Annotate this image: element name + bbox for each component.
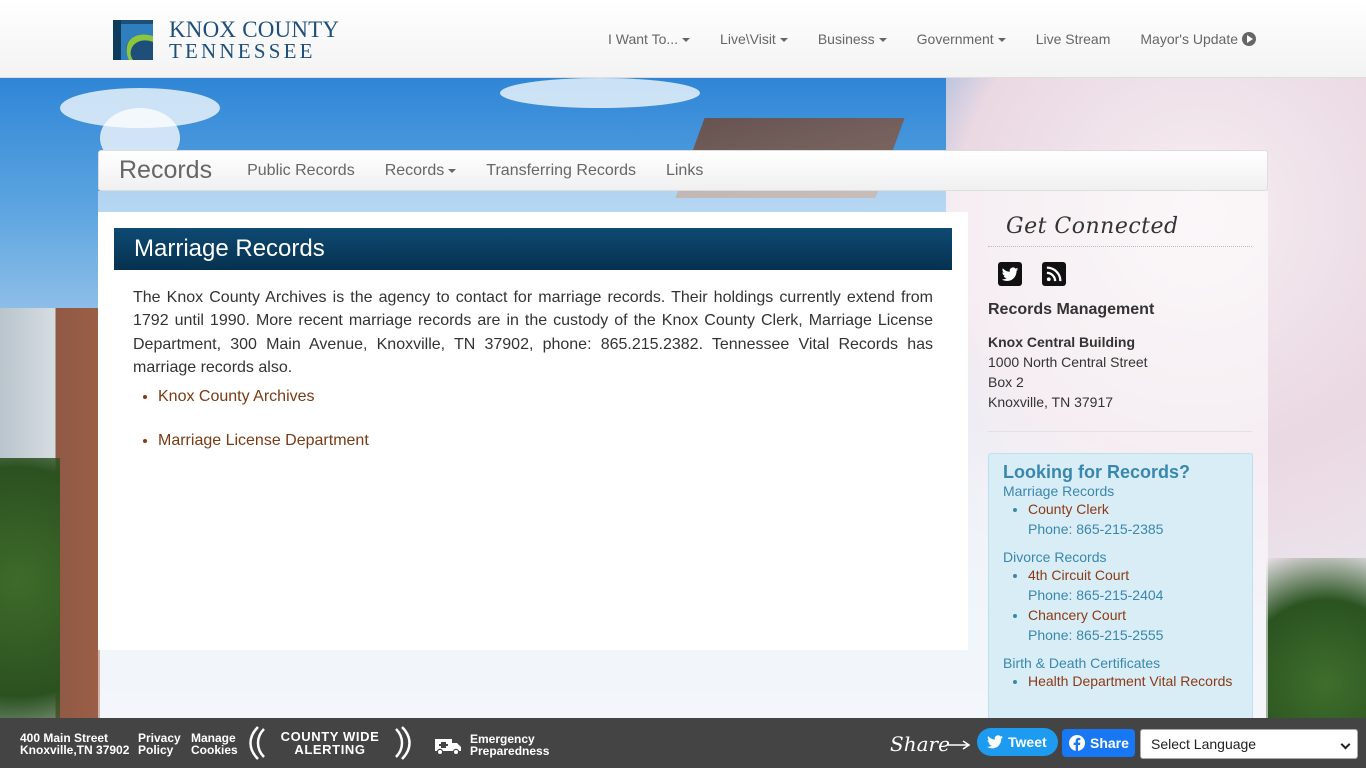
language-select[interactable]: Select Language — [1140, 729, 1358, 759]
intro-paragraph: The Knox County Archives is the agency t… — [133, 289, 933, 376]
chevron-down-icon — [1340, 739, 1351, 750]
divorce-records-list: 4th Circuit Court Phone: 865-215-2404 Ch… — [1028, 565, 1238, 645]
footer-address: 400 Main Street Knoxville,TN 37902 — [20, 732, 129, 756]
county-wide-alerting-button[interactable]: COUNTY WIDE ALERTING — [248, 725, 412, 761]
list-item: 4th Circuit Court Phone: 865-215-2404 — [1028, 565, 1238, 605]
link-4th-circuit-court[interactable]: 4th Circuit Court — [1028, 567, 1129, 583]
nav-i-want-to[interactable]: I Want To... — [608, 31, 691, 47]
tweet-button[interactable]: Tweet — [977, 728, 1058, 756]
records-management-title: Records Management — [988, 301, 1155, 318]
facebook-share-label: Share — [1090, 735, 1129, 751]
nav-label: Business — [817, 31, 875, 47]
records-links-list: Knox County Archives Marriage License De… — [158, 388, 369, 476]
link-chancery-court[interactable]: Chancery Court — [1028, 607, 1126, 623]
subnav-public-records[interactable]: Public Records — [247, 162, 355, 180]
knox-county-logo-icon — [113, 20, 153, 60]
city-state-zip: Knoxville, TN 37917 — [988, 394, 1114, 410]
link-knox-county-archives[interactable]: Knox County Archives — [158, 388, 315, 405]
street-address: 1000 North Central Street — [988, 354, 1148, 370]
main-content: Marriage Records The Knox County Archive… — [98, 212, 968, 650]
subnav-records[interactable]: Records — [385, 162, 457, 180]
manage-cookies-link[interactable]: Manage Cookies — [191, 732, 238, 756]
nav-business[interactable]: Business — [818, 31, 887, 47]
ambulance-icon[interactable] — [435, 737, 461, 756]
nav-label: I Want To... — [608, 31, 679, 47]
logo-line-1: KNOX COUNTY — [169, 17, 340, 42]
category-marriage-records[interactable]: Marriage Records — [1003, 483, 1238, 499]
link-health-department-vital-records[interactable]: Health Department Vital Records — [1028, 673, 1232, 689]
phone-number: Phone: 865-215-2404 — [1028, 587, 1164, 603]
rss-icon[interactable] — [1042, 262, 1066, 286]
nav-label: Live Stream — [1035, 31, 1111, 47]
list-item: Chancery Court Phone: 865-215-2555 — [1028, 605, 1238, 645]
play-circle-icon — [1242, 32, 1256, 46]
logo-line-2: TENNESSEE — [169, 39, 316, 63]
share-label: Share — [890, 732, 950, 756]
subnav-label: Records — [384, 161, 445, 179]
subnav-label: Transferring Records — [486, 161, 636, 179]
link-county-clerk[interactable]: County Clerk — [1028, 501, 1109, 517]
list-item: County Clerk Phone: 865-215-2385 — [1028, 499, 1238, 539]
caret-down-icon — [997, 37, 1006, 42]
building-name: Knox Central Building — [988, 334, 1135, 350]
nav-label: Government — [916, 31, 994, 47]
caret-down-icon — [682, 37, 691, 42]
subnav-label: Public Records — [247, 161, 355, 179]
alerting-line2: ALERTING — [294, 742, 366, 757]
nav-live-visit[interactable]: Live\Visit — [720, 31, 788, 47]
birth-death-list: Health Department Vital Records — [1028, 671, 1238, 691]
category-birth-death-certificates[interactable]: Birth & Death Certificates — [1003, 655, 1238, 671]
nav-label: Mayor's Update — [1140, 31, 1238, 47]
main-nav: I Want To... Live\Visit Business Governm… — [578, 31, 1256, 47]
emergency-line2: Preparedness — [470, 744, 550, 758]
section-brand[interactable]: Records — [119, 156, 212, 185]
divider — [988, 431, 1252, 432]
section-nav: Records Public Records Records Transferr… — [98, 150, 1268, 191]
twitter-bird-icon — [987, 735, 1003, 749]
arrow-right-icon — [948, 740, 971, 750]
sidebar: Get Connected Records Management Knox Ce… — [968, 212, 1268, 723]
list-item: Marriage License Department — [158, 432, 369, 450]
tweet-label: Tweet — [1008, 734, 1047, 750]
footer-address-line2: Knoxville,TN 37902 — [20, 743, 130, 757]
page-title: Marriage Records — [114, 228, 952, 270]
subnav-links[interactable]: Links — [666, 162, 703, 180]
facebook-share-button[interactable]: Share — [1062, 729, 1135, 757]
site-header: KNOX COUNTY TENNESSEE I Want To... Live\… — [0, 0, 1366, 78]
nav-live-stream[interactable]: Live Stream — [1036, 31, 1111, 47]
cookies-line2: Cookies — [191, 743, 238, 757]
privacy-policy-link[interactable]: Privacy Policy — [138, 732, 181, 756]
phone-number: Phone: 865-215-2555 — [1028, 627, 1164, 643]
privacy-line2: Policy — [138, 743, 174, 757]
address-block: Knox Central Building 1000 North Central… — [988, 332, 1148, 412]
caret-down-icon — [448, 169, 457, 173]
nav-label: Live\Visit — [720, 31, 776, 47]
language-select-value: Select Language — [1151, 736, 1257, 752]
site-logo[interactable]: KNOX COUNTY TENNESSEE — [113, 18, 339, 62]
link-marriage-license-department[interactable]: Marriage License Department — [158, 432, 369, 449]
list-item: Health Department Vital Records — [1028, 671, 1238, 691]
box-number: Box 2 — [988, 374, 1024, 390]
caret-down-icon — [878, 37, 887, 42]
footer-bar: 400 Main Street Knoxville,TN 37902 Priva… — [0, 718, 1366, 768]
emergency-preparedness-link[interactable]: Emergency Preparedness — [470, 733, 549, 757]
looking-heading: Looking for Records? — [1003, 462, 1191, 482]
category-divorce-records[interactable]: Divorce Records — [1003, 549, 1238, 565]
social-links — [998, 262, 1086, 286]
get-connected-heading: Get Connected — [1006, 214, 1179, 239]
phone-number: Phone: 865-215-2385 — [1028, 521, 1164, 537]
nav-government[interactable]: Government — [917, 31, 1006, 47]
nav-mayors-update[interactable]: Mayor's Update — [1140, 31, 1256, 47]
facebook-icon — [1069, 735, 1085, 751]
list-item: Knox County Archives — [158, 388, 369, 406]
subnav-transferring-records[interactable]: Transferring Records — [486, 162, 636, 180]
twitter-icon[interactable] — [998, 262, 1022, 286]
looking-for-records-box: Looking for Records? Marriage Records Co… — [988, 453, 1253, 723]
divider — [988, 246, 1252, 247]
subnav-label: Links — [665, 161, 704, 179]
marriage-records-list: County Clerk Phone: 865-215-2385 — [1028, 499, 1238, 539]
caret-down-icon — [779, 37, 788, 42]
